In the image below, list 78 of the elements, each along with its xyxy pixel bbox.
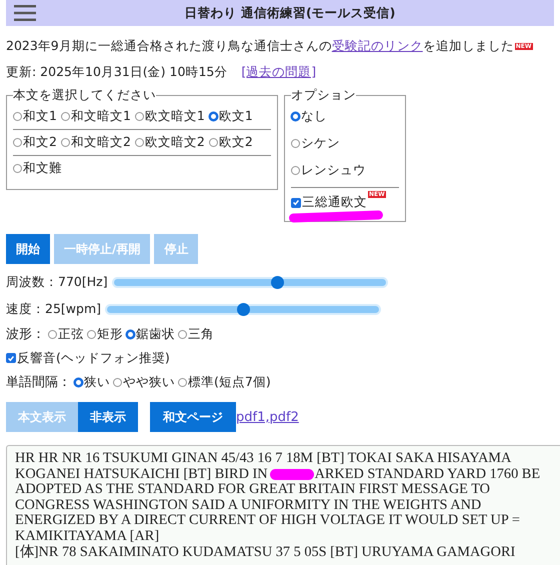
message-line: CONGRESS WASHINGTON SAID A UNIFORMITY IN THE WEIGHTS AND xyxy=(15,498,482,514)
option-label: レンシュウ xyxy=(301,162,366,179)
radio-option[interactable]: なし xyxy=(291,104,399,131)
radio-option[interactable]: 和文難 xyxy=(13,160,62,177)
radio-button[interactable] xyxy=(208,138,218,147)
message-line: ARKED STANDARD YARD 1760 BE xyxy=(314,466,540,482)
radio-button[interactable] xyxy=(291,139,300,148)
radio-option[interactable]: 狭い xyxy=(74,374,110,390)
message-line: HR HR NR 16 TSUKUMI GINAN 45/43 16 7 18M [BT] TOKAI SAKA HISAYAMA xyxy=(15,451,512,467)
slider-thumb[interactable] xyxy=(270,276,284,288)
radio-button[interactable] xyxy=(208,112,218,121)
radio-button[interactable] xyxy=(13,164,22,173)
option-label: シケン xyxy=(301,135,340,152)
control-button[interactable]: 開始 xyxy=(6,234,50,264)
option-label: 正弦 xyxy=(58,326,84,342)
slider-track[interactable] xyxy=(107,306,379,312)
option-label: 矩形 xyxy=(97,326,123,342)
option-label: 和文難 xyxy=(23,160,62,177)
radio-button[interactable] xyxy=(291,112,300,121)
menu-icon[interactable] xyxy=(14,5,36,21)
page-button[interactable]: 和文ページ xyxy=(150,402,236,432)
radio-option[interactable]: 和文2 xyxy=(13,134,57,151)
field-label: 波形： xyxy=(6,326,45,343)
option-label: 狭い xyxy=(84,374,110,390)
radio-option[interactable]: 和文1 xyxy=(13,108,57,125)
radio-button[interactable] xyxy=(126,330,135,338)
notice-text: 2023年9月期に一総通合格された渡り鳥な通信士さんの受験記のリンク を追加しました xyxy=(6,38,514,55)
checkbox[interactable] xyxy=(291,198,301,208)
radio-button[interactable] xyxy=(13,138,22,147)
radio-option[interactable]: 三角 xyxy=(178,326,214,342)
option-label: 和文2 xyxy=(23,134,57,151)
past-problems-link[interactable]: [過去の問題] xyxy=(241,64,316,79)
option-label: 三角 xyxy=(188,326,214,342)
slider-thumb[interactable] xyxy=(237,302,250,316)
radio-option[interactable]: 欧文2 xyxy=(208,134,253,151)
option-label: 欧文2 xyxy=(218,134,253,151)
radio-option[interactable]: 鋸歯状 xyxy=(126,326,175,342)
radio-button[interactable] xyxy=(178,330,187,338)
radio-button[interactable] xyxy=(48,330,57,338)
radio-button[interactable] xyxy=(87,330,96,338)
option-label: やや狭い xyxy=(123,374,175,390)
radio-button[interactable] xyxy=(60,112,70,121)
message-line: ENERGIZED BY A DIRECT CURRENT OF HIGH VOLTAGE IT WOULD SET UP = xyxy=(15,513,520,529)
pdf-link[interactable]: pdf1,pdf2 xyxy=(236,410,299,424)
toggle-button[interactable]: 非表示 xyxy=(78,402,138,432)
message-line: KOGANEI HATSUKAICHI [BT] BIRD IN xyxy=(15,466,268,482)
radio-option[interactable]: シケン xyxy=(291,131,399,158)
option-label: 欧文1 xyxy=(218,108,253,125)
checkbox[interactable] xyxy=(6,353,16,363)
radio-option[interactable]: レンシュウ xyxy=(291,158,399,185)
slider-label: 周波数：770[Hz] xyxy=(6,274,108,290)
slider-track[interactable] xyxy=(114,278,386,286)
option-label: 和文1 xyxy=(23,108,57,125)
highlight-mark xyxy=(270,468,314,480)
radio-button[interactable] xyxy=(13,112,22,121)
radio-button[interactable] xyxy=(134,138,144,147)
page-title: 日替わり 通信術練習(モールス受信) xyxy=(184,4,396,22)
radio-button[interactable] xyxy=(113,378,122,386)
group-legend: オプション xyxy=(291,87,356,104)
message-line: KAMIKITAYAMA [AR] xyxy=(15,528,160,544)
updated-text: 更新: 2025年10月31日(金) 10時15分 xyxy=(6,64,228,79)
radio-button[interactable] xyxy=(134,112,144,121)
radio-option[interactable]: 欧文1 xyxy=(208,108,253,125)
option-label: 鋸歯状 xyxy=(136,326,175,342)
slider-label: 速度：25[wpm] xyxy=(6,300,101,318)
radio-option[interactable]: 正弦 xyxy=(48,326,84,342)
radio-button[interactable] xyxy=(178,378,187,386)
report-link[interactable]: 受験記のリンク xyxy=(332,38,423,53)
field-label: 単語間隔： xyxy=(6,374,71,391)
radio-button[interactable] xyxy=(60,138,70,147)
radio-option[interactable]: 矩形 xyxy=(87,326,123,342)
message-line: ADOPTED AS THE STANDARD FOR GREAT BRITAIN FIRST MESSAGE TO xyxy=(15,482,490,498)
radio-option[interactable]: やや狭い xyxy=(113,374,175,390)
option-label: なし xyxy=(301,108,327,125)
message-line: [体]NR 78 SAKAIMINATO KUDAMATSU 37 5 05S [BT] URUYAMA GAMAGORI xyxy=(15,544,516,560)
group-legend: 本文を選択してください xyxy=(13,87,156,104)
radio-button[interactable] xyxy=(74,378,83,386)
radio-button[interactable] xyxy=(291,166,300,175)
